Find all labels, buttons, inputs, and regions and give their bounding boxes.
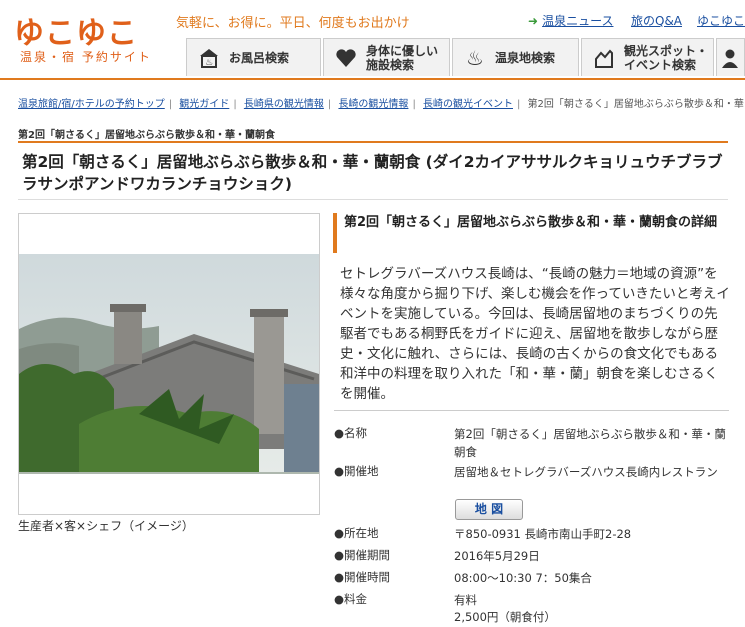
spot-icon bbox=[592, 46, 616, 70]
nav-user[interactable] bbox=[716, 38, 745, 76]
breadcrumb-link[interactable]: 観光ガイド bbox=[179, 99, 229, 110]
detail-label: ●料金 bbox=[334, 592, 368, 606]
detail-value: 〒850-0931 長崎市南山手町2-28 bbox=[454, 527, 632, 541]
detail-label: ●開催時間 bbox=[334, 570, 391, 584]
onsen-news-link[interactable]: ➜ 温泉ニュース bbox=[528, 12, 613, 29]
breadcrumb-link[interactable]: 長崎の観光イベント bbox=[423, 99, 513, 110]
nav-onsen-area-search-label: 温泉地検索 bbox=[495, 50, 556, 65]
breadcrumb-separator: | bbox=[233, 99, 237, 110]
nav-bath-search[interactable]: ♨ お風呂検索 bbox=[186, 38, 321, 76]
nav-spot-event-search[interactable]: 観光スポット・ イベント検索 bbox=[581, 38, 714, 76]
event-photo bbox=[18, 213, 320, 515]
breadcrumb-link[interactable]: 長崎県の観光情報 bbox=[244, 99, 324, 110]
svg-text:♨: ♨ bbox=[205, 58, 213, 68]
bath-icon: ♨ bbox=[197, 46, 221, 70]
nav-bath-search-label: お風呂検索 bbox=[229, 50, 290, 65]
breadcrumb-separator: | bbox=[517, 99, 521, 110]
title-divider bbox=[18, 141, 728, 143]
arrow-right-icon: ➜ bbox=[528, 14, 539, 28]
site-tagline: 気軽に、お得に。平日、何度もお出かけ bbox=[176, 16, 410, 31]
nav-health-search[interactable]: 身体に優しい 施設検索 bbox=[323, 38, 450, 76]
detail-label: ●名称 bbox=[334, 426, 368, 440]
divider bbox=[18, 199, 728, 200]
section-label: 第2回「朝さるく」居留地ぶらぶら散歩＆和・華・蘭朝食 bbox=[18, 130, 275, 141]
site-logo[interactable]: ゆこゆこ bbox=[14, 8, 138, 52]
detail-value: 有料 bbox=[454, 593, 477, 607]
yukoyuko-link[interactable]: ゆこゆこ bbox=[697, 12, 745, 29]
nav-spot-event-search-label: 観光スポット・ イベント検索 bbox=[624, 43, 709, 72]
detail-label: ●所在地 bbox=[334, 526, 379, 540]
breadcrumb-separator: | bbox=[327, 99, 332, 110]
price-note: 2,500円（朝食付） bbox=[454, 610, 556, 624]
heart-icon bbox=[334, 46, 358, 70]
user-icon bbox=[721, 46, 739, 70]
detail-value: 居留地＆セトレグラバーズハウス長崎内レストラン bbox=[454, 465, 718, 479]
detail-value: 08:00～10:30 7：50集合 bbox=[454, 571, 592, 585]
site-logo-subtitle: 温泉・宿 予約サイト bbox=[20, 50, 152, 64]
nav-health-search-label: 身体に優しい 施設検索 bbox=[366, 43, 439, 72]
onsen-icon: ♨ bbox=[466, 45, 484, 70]
map-button[interactable]: 地 図 bbox=[455, 499, 523, 520]
detail-label: ●開催期間 bbox=[334, 548, 391, 562]
breadcrumb: 温泉旅館/宿/ホテルの予約トップ | 観光ガイド | 長崎県の観光情報 | 長崎の観光… bbox=[18, 95, 745, 110]
breadcrumb-current: 第2回「朝さるく」居留地ぶらぶら散歩＆和・華・ bbox=[527, 99, 745, 110]
detail-value: 2016年5月29日 bbox=[454, 549, 540, 563]
breadcrumb-link[interactable]: 温泉旅館/宿/ホテルの予約トップ bbox=[18, 99, 165, 110]
breadcrumb-link[interactable]: 長崎の観光情報 bbox=[338, 99, 408, 110]
breadcrumb-separator: | bbox=[168, 99, 173, 110]
breadcrumb-separator: | bbox=[412, 99, 416, 110]
detail-value: 第2回「朝さるく」居留地ぶらぶら散歩＆和・華・蘭朝食 bbox=[454, 427, 726, 459]
nav-onsen-area-search[interactable]: ♨ 温泉地検索 bbox=[452, 38, 579, 76]
event-description: セトレグラバーズハウス長崎は、“長崎の魅力＝地域の資源”を様々な角度から掘り下げ… bbox=[340, 266, 730, 402]
photo-caption: 生産者×客×シェフ（イメージ） bbox=[18, 519, 194, 533]
divider bbox=[334, 410, 729, 411]
travel-qa-link[interactable]: 旅のQ&A bbox=[631, 12, 682, 29]
page-title: 第2回「朝さるく」居留地ぶらぶら散歩＆和・華・蘭朝食 (ダイ2カイアササルクキョ… bbox=[22, 153, 723, 193]
detail-label: ●開催地 bbox=[334, 464, 379, 478]
detail-heading: 第2回「朝さるく」居留地ぶらぶら散歩＆和・華・蘭朝食の詳細 bbox=[333, 213, 728, 253]
